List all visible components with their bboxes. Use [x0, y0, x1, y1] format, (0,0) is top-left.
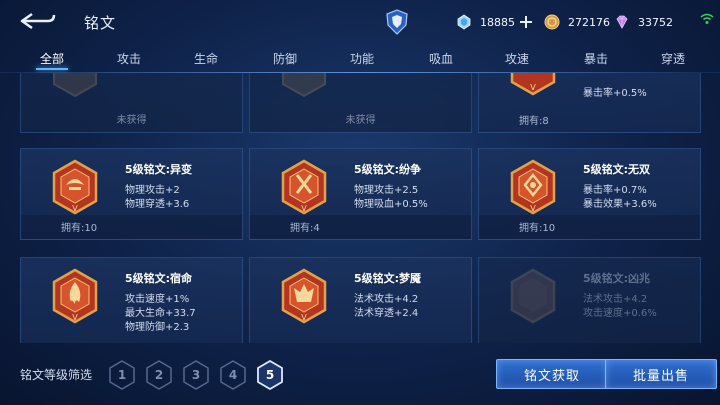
rune-icon: V — [510, 73, 556, 96]
rune-card[interactable]: 未获得 — [249, 73, 472, 133]
rune-stat: 物理穿透+3.6 — [125, 199, 190, 210]
top-bar: 铭文 18885 272176 33752 — [0, 0, 720, 44]
rune-icon — [282, 73, 326, 98]
rune-mengyan-icon: V — [281, 268, 327, 324]
rune-card[interactable]: V 5级铭文:梦魇 法术攻击+4.2 法术穿透+2.4 — [249, 257, 472, 343]
gem-count: 33752 — [638, 15, 673, 29]
rune-grid[interactable]: 未获得 未获得 V 暴击率+0.5% 拥有:8 V 5级铭文:异变 物理攻击+2… — [0, 73, 720, 343]
page-title: 铭文 — [84, 14, 117, 32]
diamond-count: 18885 — [480, 15, 515, 29]
rune-fenzheng-icon: V — [281, 159, 327, 215]
rune-card[interactable]: 5级铭文:凶兆 法术攻击+4.2 攻击速度+0.6% — [478, 257, 701, 343]
rune-yibian-icon: V — [52, 159, 98, 215]
rune-stat: 法术攻击+4.2 — [354, 294, 419, 305]
owned-count: 拥有:4 — [290, 223, 320, 234]
category-tabs: 全部 攻击 生命 防御 功能 吸血 攻速 暴击 穿透 — [0, 46, 720, 72]
rune-card[interactable]: V 暴击率+0.5% 拥有:8 — [478, 73, 701, 133]
owned-count: 拥有:10 — [61, 223, 98, 234]
level-filter-5[interactable]: 5 — [257, 359, 283, 391]
wifi-icon — [700, 13, 714, 24]
rune-stat: 物理吸血+0.5% — [354, 199, 428, 210]
diamond-currency: 18885 — [456, 12, 533, 32]
level-number: 2 — [154, 368, 164, 382]
svg-text:V: V — [301, 313, 307, 322]
rune-card[interactable]: V 5级铭文:纷争 物理攻击+2.5 物理吸血+0.5% 拥有:4 — [249, 148, 472, 240]
svg-text:V: V — [530, 204, 536, 213]
add-diamond-button[interactable] — [519, 15, 533, 29]
card-footer — [250, 215, 471, 239]
rune-title: 5级铭文:凶兆 — [583, 272, 651, 285]
level-filter-3[interactable]: 3 — [183, 360, 209, 390]
rune-card[interactable]: V 5级铭文:宿命 攻击速度+1% 最大生命+33.7 物理防御+2.3 — [20, 257, 243, 343]
get-rune-button[interactable]: 铭文获取 — [496, 359, 608, 389]
rune-stat: 物理防御+2.3 — [125, 322, 190, 333]
diamond-icon — [457, 14, 471, 30]
owned-count: 拥有:10 — [519, 223, 556, 234]
svg-text:V: V — [72, 204, 78, 213]
tab-attack-speed[interactable]: 攻速 — [487, 46, 547, 72]
owned-count: 拥有:8 — [519, 116, 549, 127]
level-number: 5 — [265, 368, 275, 382]
tab-defense[interactable]: 防御 — [255, 46, 315, 72]
level-filter-2[interactable]: 2 — [146, 360, 172, 390]
card-footer — [21, 215, 242, 239]
rune-title: 5级铭文:无双 — [583, 163, 651, 176]
gold-coin-icon — [544, 14, 560, 30]
rune-stat: 攻击速度+1% — [125, 294, 190, 305]
tab-all[interactable]: 全部 — [22, 46, 82, 72]
level-filter-4[interactable]: 4 — [220, 360, 246, 390]
svg-text:V: V — [301, 204, 307, 213]
tab-lifesteal[interactable]: 吸血 — [411, 46, 471, 72]
gold-currency: 272176 — [544, 12, 610, 32]
rune-stat: 物理攻击+2.5 — [354, 185, 419, 196]
rune-icon — [53, 73, 97, 98]
rune-stat: 最大生命+33.7 — [125, 308, 196, 319]
shield-badge-icon[interactable] — [386, 9, 408, 35]
rune-stat: 暴击率+0.5% — [583, 88, 647, 99]
not-owned-label: 未获得 — [345, 115, 376, 126]
rune-stat: 暴击效果+3.6% — [583, 199, 657, 210]
rune-title: 5级铭文:梦魇 — [354, 272, 422, 285]
back-arrow-icon[interactable] — [18, 10, 58, 32]
rune-card[interactable]: V 5级铭文:异变 物理攻击+2 物理穿透+3.6 拥有:10 — [20, 148, 243, 240]
gem-icon — [616, 15, 628, 29]
tab-utility[interactable]: 功能 — [332, 46, 392, 72]
rune-stat: 物理攻击+2 — [125, 185, 180, 196]
rune-stat: 法术攻击+4.2 — [583, 294, 648, 305]
level-filter-label: 铭文等级筛选 — [20, 368, 93, 382]
not-owned-label: 未获得 — [116, 115, 147, 126]
tab-health[interactable]: 生命 — [176, 46, 236, 72]
rune-title: 5级铭文:纷争 — [354, 163, 422, 176]
rune-title: 5级铭文:异变 — [125, 163, 193, 176]
svg-text:V: V — [72, 313, 78, 322]
level-number: 3 — [191, 368, 201, 382]
level-number: 4 — [228, 368, 238, 382]
rune-suming-icon: V — [52, 268, 98, 324]
gold-count: 272176 — [568, 15, 610, 29]
bottom-bar: 铭文等级筛选 1 2 3 4 5 铭文获取 批量出售 — [0, 350, 720, 405]
card-footer — [479, 215, 700, 239]
level-number: 1 — [117, 368, 127, 382]
tab-penetration[interactable]: 穿透 — [643, 46, 703, 72]
batch-sell-button[interactable]: 批量出售 — [605, 359, 717, 389]
tab-attack[interactable]: 攻击 — [99, 46, 159, 72]
tab-crit[interactable]: 暴击 — [566, 46, 626, 72]
rune-stat: 暴击率+0.7% — [583, 185, 647, 196]
rune-stat: 攻击速度+0.6% — [583, 308, 657, 319]
svg-text:V: V — [530, 83, 536, 92]
rune-xiongzhao-icon — [510, 268, 556, 324]
rune-wushuang-icon: V — [510, 159, 556, 215]
rune-title: 5级铭文:宿命 — [125, 272, 193, 285]
level-filter-1[interactable]: 1 — [109, 360, 135, 390]
rune-stat: 法术穿透+2.4 — [354, 308, 419, 319]
rune-card[interactable]: 未获得 — [20, 73, 243, 133]
gem-currency: 33752 — [614, 12, 673, 32]
rune-card[interactable]: V 5级铭文:无双 暴击率+0.7% 暴击效果+3.6% 拥有:10 — [478, 148, 701, 240]
